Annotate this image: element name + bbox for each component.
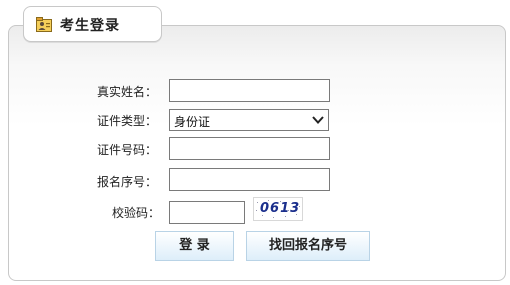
- reg-number-label: 报名序号：: [96, 175, 157, 189]
- id-type-select[interactable]: 身份证: [169, 109, 329, 131]
- captcha-input[interactable]: [169, 201, 245, 224]
- captcha-label: 校验码：: [111, 206, 160, 220]
- name-label: 真实姓名：: [96, 85, 157, 99]
- id-number-label: 证件号码：: [96, 143, 157, 157]
- id-type-selected-value: 身份证: [174, 115, 211, 129]
- student-card-icon: [36, 17, 52, 32]
- reg-number-input[interactable]: [169, 168, 330, 191]
- page-title: 考生登录: [60, 18, 120, 34]
- login-button[interactable]: 登 录: [155, 231, 234, 261]
- name-input[interactable]: [169, 79, 330, 102]
- chevron-down-icon: [312, 116, 324, 124]
- captcha-image[interactable]: 0613: [253, 197, 303, 221]
- login-tab: 考生登录: [23, 6, 162, 42]
- id-number-input[interactable]: [169, 137, 330, 160]
- recover-reg-number-button[interactable]: 找回报名序号: [246, 231, 370, 261]
- id-type-label: 证件类型：: [96, 114, 157, 128]
- login-page: 考生登录 真实姓名： 证件类型： 身份证 证件号码： 报名序号： 校验码： 06…: [0, 0, 510, 285]
- captcha-text: 0613: [260, 201, 301, 216]
